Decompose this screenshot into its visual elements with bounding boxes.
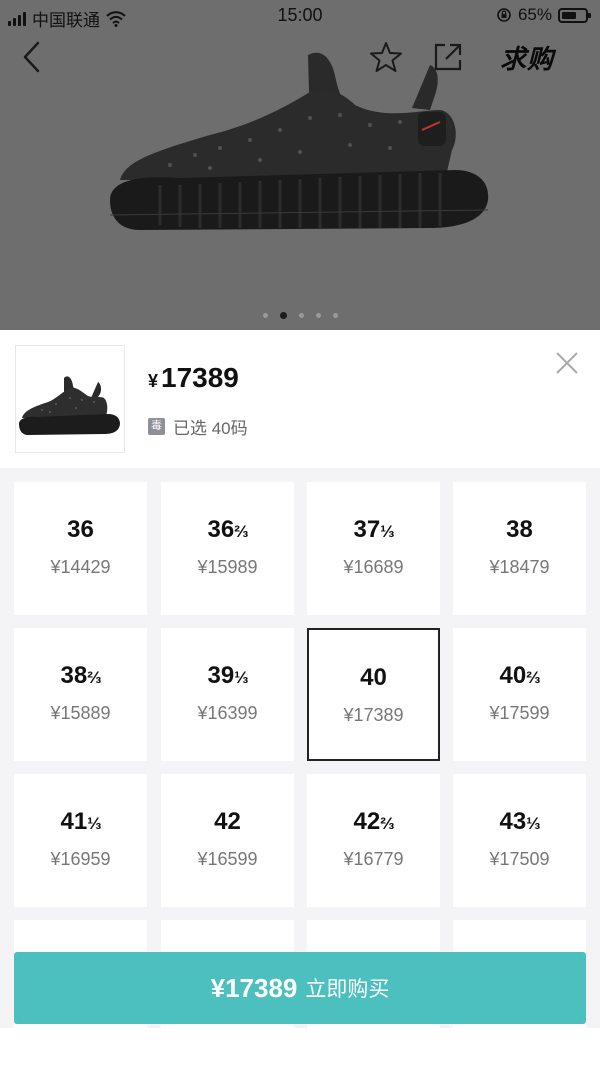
size-price: ¥15889 bbox=[50, 703, 111, 723]
product-hero: 中国联通 15:00 65% 求购 bbox=[0, 0, 600, 330]
back-icon[interactable] bbox=[18, 39, 48, 75]
size-option[interactable]: 40⅔ ¥17599 bbox=[453, 628, 586, 761]
size-option[interactable]: 41⅓ ¥16959 bbox=[14, 774, 147, 907]
size-price: ¥17389 bbox=[343, 705, 404, 725]
size-label: 42⅔ bbox=[307, 808, 440, 836]
size-number: 43 bbox=[499, 808, 527, 835]
brand-tag-icon: 毒 bbox=[148, 418, 165, 435]
pagination-dot bbox=[315, 313, 321, 318]
size-number: 40 bbox=[499, 662, 527, 689]
size-label: 36⅔ bbox=[161, 516, 294, 544]
selected-size-text: 已选 40码 bbox=[173, 419, 248, 438]
size-price: ¥16399 bbox=[197, 703, 258, 723]
size-option[interactable]: 36⅔ ¥15989 bbox=[161, 482, 294, 615]
battery-icon bbox=[558, 7, 591, 23]
size-label: 38 bbox=[453, 516, 586, 544]
size-price: ¥18479 bbox=[489, 557, 550, 577]
pagination-dot bbox=[332, 313, 338, 318]
buy-price: ¥17389 bbox=[210, 972, 298, 1003]
price-value: 17389 bbox=[161, 362, 239, 393]
share-icon[interactable] bbox=[432, 41, 464, 73]
size-option[interactable]: 39⅓ ¥16399 bbox=[161, 628, 294, 761]
size-fraction: ⅓ bbox=[234, 668, 248, 687]
size-label: 42 bbox=[161, 808, 294, 836]
close-icon[interactable] bbox=[554, 350, 580, 376]
size-number: 37 bbox=[353, 516, 381, 543]
buy-now-button[interactable]: ¥17389 立即购买 bbox=[14, 952, 586, 1024]
size-fraction: ⅓ bbox=[526, 814, 540, 833]
size-number: 38 bbox=[506, 516, 533, 543]
size-option[interactable]: 37⅓ ¥16689 bbox=[307, 482, 440, 615]
size-label: 40 bbox=[309, 664, 438, 692]
size-label: 40⅔ bbox=[453, 662, 586, 690]
buy-label: 立即购买 bbox=[305, 978, 390, 1001]
size-number: 42 bbox=[353, 808, 381, 835]
size-number: 38 bbox=[60, 662, 88, 689]
size-price: ¥14429 bbox=[50, 557, 111, 577]
pagination-dot bbox=[262, 313, 268, 318]
size-number: 40 bbox=[360, 664, 387, 691]
size-option[interactable]: 40 ¥17389 bbox=[307, 628, 440, 761]
size-price: ¥16599 bbox=[197, 849, 258, 869]
size-label: 37⅓ bbox=[307, 516, 440, 544]
size-option[interactable]: 38 ¥18479 bbox=[453, 482, 586, 615]
orientation-lock-icon bbox=[497, 8, 511, 22]
size-price: ¥16959 bbox=[50, 849, 111, 869]
want-to-buy-button[interactable]: 求购 bbox=[500, 39, 554, 76]
size-fraction: ⅔ bbox=[87, 668, 101, 687]
size-number: 39 bbox=[207, 662, 235, 689]
size-price: ¥16779 bbox=[343, 849, 404, 869]
size-label: 43⅓ bbox=[453, 808, 586, 836]
selected-size-info: 毒 已选 40码 bbox=[148, 414, 248, 439]
size-label: 36 bbox=[14, 516, 147, 544]
size-label: 38⅔ bbox=[14, 662, 147, 690]
size-grid: 36 ¥14429 36⅔ ¥15989 37⅓ ¥16689 38 ¥18479 38⅔ ¥15… bbox=[0, 468, 600, 1028]
size-price: ¥17599 bbox=[489, 703, 550, 723]
top-nav: 求购 bbox=[0, 35, 600, 80]
size-fraction: ⅔ bbox=[526, 668, 540, 687]
sheet-header: ¥ 17389 毒 已选 40码 bbox=[0, 330, 600, 468]
size-price: ¥15989 bbox=[197, 557, 258, 577]
size-option[interactable]: 43⅓ ¥17509 bbox=[453, 774, 586, 907]
gallery-pagination bbox=[0, 312, 600, 319]
size-label: 39⅓ bbox=[161, 662, 294, 690]
size-option[interactable]: 42⅔ ¥16779 bbox=[307, 774, 440, 907]
size-number: 41 bbox=[60, 808, 88, 835]
pagination-dot bbox=[298, 313, 304, 318]
currency-symbol: ¥ bbox=[148, 371, 159, 391]
status-bar: 中国联通 15:00 65% bbox=[0, 0, 600, 32]
size-option[interactable]: 38⅔ ¥15889 bbox=[14, 628, 147, 761]
star-icon[interactable] bbox=[368, 39, 404, 75]
pagination-dot bbox=[279, 312, 287, 319]
product-thumbnail bbox=[15, 345, 125, 453]
size-fraction: ⅓ bbox=[87, 814, 101, 833]
size-label: 41⅓ bbox=[14, 808, 147, 836]
size-number: 42 bbox=[214, 808, 241, 835]
size-price: ¥16689 bbox=[343, 557, 404, 577]
selected-price: ¥ 17389 bbox=[148, 362, 239, 394]
size-number: 36 bbox=[67, 516, 94, 543]
size-option[interactable]: 42 ¥16599 bbox=[161, 774, 294, 907]
battery-percent: 65% bbox=[517, 5, 552, 24]
size-fraction: ⅓ bbox=[380, 522, 394, 541]
size-option[interactable]: 36 ¥14429 bbox=[14, 482, 147, 615]
size-fraction: ⅔ bbox=[380, 814, 394, 833]
size-number: 36 bbox=[207, 516, 235, 543]
size-fraction: ⅔ bbox=[234, 522, 248, 541]
size-price: ¥17509 bbox=[489, 849, 550, 869]
